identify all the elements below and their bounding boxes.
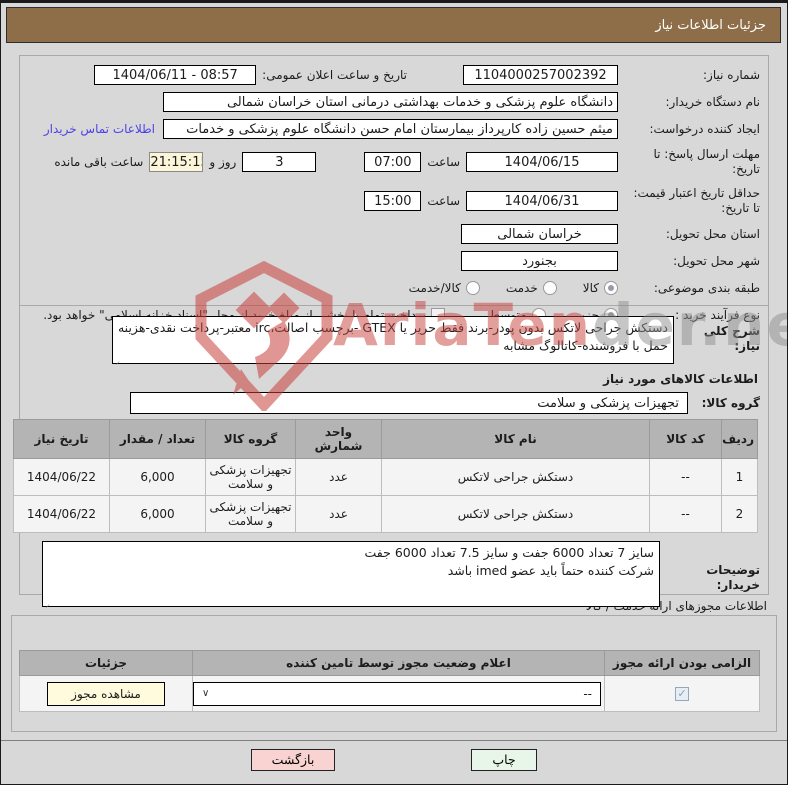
license-required-checkbox: ✓ bbox=[675, 687, 689, 701]
view-license-button[interactable]: مشاهده مجوز bbox=[47, 681, 165, 706]
footer-actions: چاپ بازگشت bbox=[1, 749, 787, 771]
buyer-notes-row: توضیحات خریدار: سایز 7 تعداد 6000 جفت و … bbox=[28, 541, 760, 610]
goods-info-group: شرح کلی نیاز: دستکش جراحی لاتکس بدون پود… bbox=[13, 306, 769, 610]
print-button[interactable]: چاپ bbox=[471, 749, 537, 771]
table-row: 2 -- دستکش جراحی لاتکس عدد تجهیزات پزشکی… bbox=[13, 495, 758, 533]
col-license-required: الزامی بودن ارائه مجوز bbox=[604, 650, 760, 676]
cell-unit: عدد bbox=[295, 495, 382, 533]
need-number-label: شماره نیاز: bbox=[703, 67, 760, 82]
license-table: الزامی بودن ارائه مجوز اعلام وضعیت مجوز … bbox=[19, 650, 760, 712]
cell-item-name: دستکش جراحی لاتکس bbox=[381, 458, 650, 496]
remaining-days-label: روز و bbox=[209, 155, 237, 169]
validity-hour-label: ساعت bbox=[427, 194, 460, 208]
remaining-days-field: 3 bbox=[242, 152, 317, 172]
deadline-hour-label: ساعت bbox=[427, 155, 460, 169]
creator-label: ایجاد کننده درخواست: bbox=[649, 121, 760, 136]
col-item-code: کد کالا bbox=[649, 419, 722, 459]
chevron-down-icon: ∨ bbox=[202, 688, 210, 699]
goods-table: ردیف کد کالا نام کالا واحد شمارش گروه کا… bbox=[13, 419, 758, 533]
validity-date-field[interactable]: 1404/06/31 bbox=[466, 191, 618, 211]
cell-unit: عدد bbox=[295, 458, 382, 496]
delivery-city-field[interactable]: بجنورد bbox=[461, 251, 618, 271]
need-description-label: شرح کلی نیاز: bbox=[703, 324, 760, 353]
need-number-row: شماره نیاز: 1104000257002392 تاریخ و ساع… bbox=[28, 64, 760, 86]
need-description-textarea[interactable]: دستکش جراحی لاتکس بدون پودر-برند فقط حری… bbox=[112, 316, 674, 364]
col-license-details: جزئیات bbox=[19, 650, 193, 676]
goods-section-title: اطلاعات کالاهای مورد نیاز bbox=[603, 372, 758, 386]
cell-need-date: 1404/06/22 bbox=[13, 458, 110, 496]
cell-group: تجهیزات پزشکی و سلامت bbox=[205, 495, 296, 533]
cell-item-name: دستکش جراحی لاتکس bbox=[381, 495, 650, 533]
cell-quantity: 6,000 bbox=[109, 495, 206, 533]
validity-time-field[interactable]: 15:00 bbox=[364, 191, 422, 211]
cell-row-index: 2 bbox=[721, 495, 758, 533]
buyer-notes-textarea[interactable]: سایز 7 تعداد 6000 جفت و سایز 7.5 تعداد 6… bbox=[42, 541, 660, 607]
general-info-group: شماره نیاز: 1104000257002392 تاریخ و ساع… bbox=[19, 55, 769, 322]
creator-row: ایجاد کننده درخواست: میثم حسین زاده کارپ… bbox=[28, 118, 760, 140]
price-validity-label: حداقل تاریخ اعتبار قیمت: تا تاریخ: bbox=[633, 186, 760, 215]
col-license-status: اعلام وضعیت مجوز توسط تامین کننده bbox=[192, 650, 605, 676]
goods-group-label: گروه کالا: bbox=[701, 395, 760, 410]
cell-item-code: -- bbox=[649, 495, 722, 533]
delivery-province-label: استان محل تحویل: bbox=[665, 226, 760, 241]
license-status-selected-value: -- bbox=[583, 686, 592, 701]
cell-quantity: 6,000 bbox=[109, 458, 206, 496]
radio-goods-service-label: کالا/خدمت bbox=[408, 281, 461, 295]
need-number-field[interactable]: 1104000257002392 bbox=[463, 65, 618, 85]
radio-goods[interactable] bbox=[604, 281, 618, 295]
subject-category-label: طبقه بندی موضوعی: bbox=[653, 280, 760, 295]
subject-category-row: طبقه بندی موضوعی: کالا خدمت کالا/خدمت bbox=[28, 277, 760, 299]
remaining-time-label: ساعت باقی مانده bbox=[54, 155, 144, 169]
license-table-row: ✓ -- ∨ مشاهده مجوز bbox=[19, 675, 760, 712]
radio-goods-service[interactable] bbox=[465, 281, 480, 295]
goods-table-header-row: ردیف کد کالا نام کالا واحد شمارش گروه کا… bbox=[13, 419, 758, 459]
footer-divider bbox=[1, 740, 787, 741]
need-details-window: جزئیات اطلاعات نیاز شماره نیاز: 11040002… bbox=[0, 0, 788, 785]
radio-goods-label: کالا bbox=[582, 281, 599, 295]
radio-service[interactable] bbox=[542, 281, 557, 295]
delivery-city-label: شهر محل تحویل: bbox=[673, 253, 760, 268]
deadline-label: مهلت ارسال پاسخ: تا تاریخ: bbox=[653, 147, 760, 176]
col-unit: واحد شمارش bbox=[295, 419, 382, 459]
cell-need-date: 1404/06/22 bbox=[13, 495, 110, 533]
license-table-header-row: الزامی بودن ارائه مجوز اعلام وضعیت مجوز … bbox=[19, 650, 760, 676]
buyer-notes-label: توضیحات خریدار: bbox=[706, 563, 760, 592]
buyer-org-label: نام دستگاه خریدار: bbox=[665, 94, 761, 109]
buyer-org-row: نام دستگاه خریدار: دانشگاه علوم پزشکی و … bbox=[28, 91, 760, 113]
license-group: الزامی بودن ارائه مجوز اعلام وضعیت مجوز … bbox=[11, 615, 777, 732]
radio-service-label: خدمت bbox=[505, 281, 538, 295]
price-validity-row: حداقل تاریخ اعتبار قیمت: تا تاریخ: 1404/… bbox=[28, 184, 760, 218]
remaining-time-field: 21:15:15 bbox=[149, 152, 204, 172]
window-title-bar: جزئیات اطلاعات نیاز bbox=[6, 7, 781, 43]
cell-group: تجهیزات پزشکی و سلامت bbox=[205, 458, 296, 496]
deadline-row: مهلت ارسال پاسخ: تا تاریخ: 1404/06/15 سا… bbox=[28, 145, 760, 179]
license-status-select[interactable]: -- ∨ bbox=[193, 681, 601, 706]
page-title: جزئیات اطلاعات نیاز bbox=[655, 17, 766, 33]
deadline-date-field[interactable]: 1404/06/15 bbox=[466, 152, 618, 172]
creator-field[interactable]: میثم حسین زاده کارپرداز بیمارستان امام ح… bbox=[163, 119, 618, 139]
delivery-city-row: شهر محل تحویل: بجنورد bbox=[28, 250, 760, 272]
announce-datetime-field[interactable]: 1404/06/11 - 08:57 bbox=[94, 65, 257, 85]
delivery-province-field[interactable]: خراسان شمالی bbox=[461, 224, 618, 244]
col-row-index: ردیف bbox=[721, 419, 758, 459]
col-item-name: نام کالا bbox=[381, 419, 650, 459]
table-row: 1 -- دستکش جراحی لاتکس عدد تجهیزات پزشکی… bbox=[13, 458, 758, 496]
cell-item-code: -- bbox=[649, 458, 722, 496]
goods-group-row: گروه کالا: تجهیزات پزشکی و سلامت bbox=[28, 392, 760, 414]
cell-row-index: 1 bbox=[721, 458, 758, 496]
col-quantity: تعداد / مقدار bbox=[109, 419, 206, 459]
buyer-contact-link[interactable]: اطلاعات تماس خریدار bbox=[44, 122, 155, 136]
delivery-province-row: استان محل تحویل: خراسان شمالی bbox=[28, 223, 760, 245]
col-need-date: تاریخ نیاز bbox=[13, 419, 110, 459]
deadline-time-field[interactable]: 07:00 bbox=[364, 152, 422, 172]
col-group: گروه کالا bbox=[205, 419, 296, 459]
goods-group-field[interactable]: تجهیزات پزشکی و سلامت bbox=[130, 392, 688, 414]
back-button[interactable]: بازگشت bbox=[251, 749, 335, 771]
need-description-row: شرح کلی نیاز: دستکش جراحی لاتکس بدون پود… bbox=[28, 316, 760, 367]
announce-datetime-label: تاریخ و ساعت اعلان عمومی: bbox=[262, 68, 407, 82]
buyer-org-field[interactable]: دانشگاه علوم پزشکی و خدمات بهداشتی درمان… bbox=[163, 92, 618, 112]
